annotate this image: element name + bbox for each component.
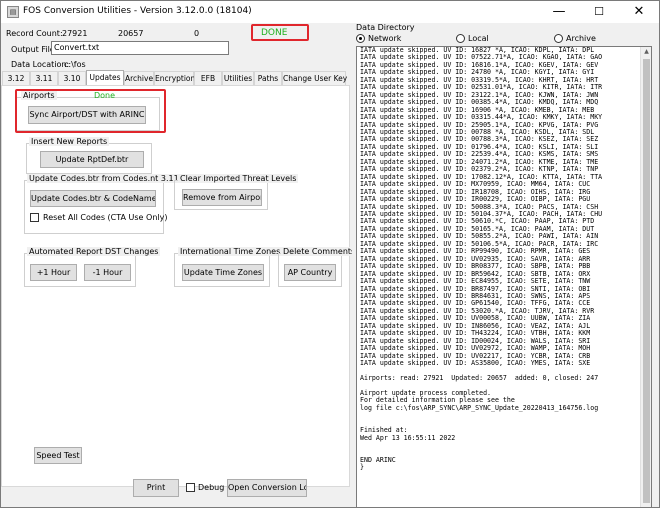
tab-utilities[interactable]: Utilities	[222, 71, 254, 85]
output-file-input[interactable]: Convert.txt	[51, 41, 229, 55]
main-window: ▤ FOS Conversion Utilities - Version 3.1…	[0, 0, 660, 508]
status-highlight	[251, 24, 309, 41]
right-pane: Data Directory Network Local Archive IAT…	[352, 23, 659, 507]
radio-archive[interactable]	[554, 34, 563, 43]
radio-network[interactable]	[356, 34, 365, 43]
tab-updates[interactable]: Updates	[86, 70, 124, 85]
debug-checkbox[interactable]	[186, 483, 195, 492]
scroll-thumb[interactable]	[643, 59, 650, 503]
tab-archive[interactable]: Archive	[124, 71, 154, 85]
window-title: FOS Conversion Utilities - Version 3.12.…	[23, 6, 252, 16]
ap-country-button[interactable]: AP Country	[284, 264, 336, 281]
dst-label: Automated Report DST Changes	[27, 247, 161, 256]
timezones-label: International Time Zones	[178, 247, 283, 256]
updated-count-value: 20657	[118, 29, 144, 38]
tab-bar: 3.12 3.11 3.10 Updates Archive Encryptio…	[1, 70, 352, 85]
tab-paths[interactable]: Paths	[254, 71, 282, 85]
update-codes-button[interactable]: Update Codes.btr & CodeName.btr	[30, 190, 156, 207]
update-rptdef-button[interactable]: Update RptDef.btr	[40, 151, 144, 168]
data-directory-label: Data Directory	[356, 23, 415, 32]
added-count-value: 0	[194, 29, 200, 38]
update-codes-group	[24, 180, 164, 234]
clear-threat-label: Clear Imported Threat Levels	[178, 174, 299, 183]
print-button[interactable]: Print	[133, 479, 179, 497]
record-count-label: Record Count:	[6, 29, 63, 38]
tab-3-11[interactable]: 3.11	[30, 71, 58, 85]
record-count-value: 27921	[62, 29, 88, 38]
left-pane: Record Count: 27921 20657 0 DONE Output …	[1, 23, 358, 507]
radio-network-label: Network	[368, 34, 402, 43]
radio-local[interactable]	[456, 34, 465, 43]
maximize-button[interactable]: ☐	[579, 1, 619, 23]
update-codes-label: Update Codes.btr from Codes.nt 3.11	[27, 174, 181, 183]
minimize-button[interactable]: —	[539, 1, 579, 23]
log-text: IATA update skipped. UV ID: 16827 *A, IC…	[360, 47, 603, 472]
reset-codes-label: Reset All Codes (CTA Use Only)	[43, 213, 168, 222]
insert-reports-label: Insert New Reports	[29, 137, 110, 146]
app-icon: ▤	[7, 6, 19, 18]
radio-local-label: Local	[468, 34, 489, 43]
minus-hour-button[interactable]: -1 Hour	[84, 264, 131, 281]
reset-codes-checkbox[interactable]	[30, 213, 39, 222]
update-timezones-button[interactable]: Update Time Zones	[182, 264, 264, 281]
debug-label: Debug	[198, 483, 225, 492]
tab-encryption[interactable]: Encryption	[154, 71, 195, 85]
data-location-value: c:\fos	[64, 60, 86, 69]
log-output[interactable]: IATA update skipped. UV ID: 16827 *A, IC…	[356, 46, 652, 507]
tab-change-user-key[interactable]: Change User Key	[282, 71, 347, 85]
radio-archive-label: Archive	[566, 34, 596, 43]
data-location-label: Data Location:	[11, 60, 70, 69]
remove-from-airports-button[interactable]: Remove from Airports	[182, 189, 262, 206]
airports-highlight	[15, 89, 166, 133]
scroll-up-icon[interactable]: ▲	[641, 47, 651, 57]
tab-3-10[interactable]: 3.10	[58, 71, 86, 85]
open-conversion-log-button[interactable]: Open Conversion Log	[227, 479, 307, 497]
title-bar: ▤ FOS Conversion Utilities - Version 3.1…	[1, 1, 659, 23]
tab-efb[interactable]: EFB	[194, 71, 222, 85]
delete-comments-label: Delete Comments	[281, 247, 358, 256]
tab-3-12[interactable]: 3.12	[2, 71, 30, 85]
log-scrollbar[interactable]: ▲ ▼	[640, 47, 651, 507]
plus-hour-button[interactable]: +1 Hour	[30, 264, 77, 281]
close-button[interactable]: ✕	[619, 1, 659, 23]
speed-test-button[interactable]: Speed Test	[34, 447, 82, 464]
updates-panel: Airports Done Sync Airport/DST with ARIN…	[1, 85, 358, 487]
